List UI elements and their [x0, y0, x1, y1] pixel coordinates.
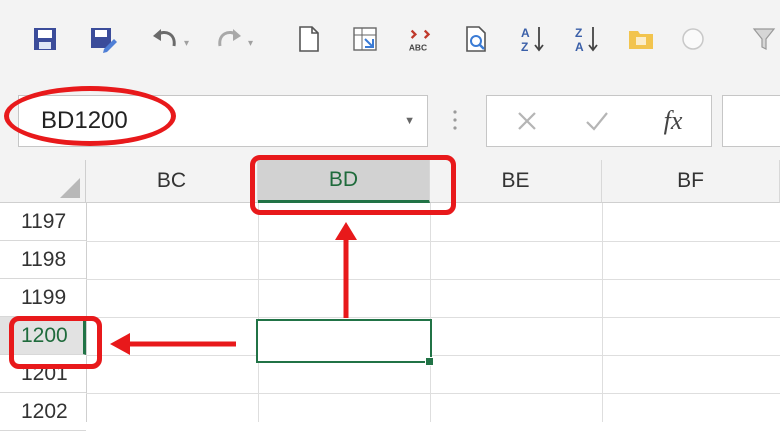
column-header-bf[interactable]: BF: [602, 160, 780, 203]
spelling-icon[interactable]: ABC: [406, 24, 436, 54]
fill-handle[interactable]: [425, 357, 434, 366]
new-document-icon[interactable]: [294, 24, 324, 54]
row-gridline: [86, 317, 780, 318]
column-gridline: [602, 203, 603, 422]
formula-buttons: fx: [486, 95, 712, 147]
quick-access-toolbar: ▾ ▾ ABC AZ ZA: [0, 0, 780, 78]
circle-icon[interactable]: [678, 24, 708, 54]
select-all-corner[interactable]: [0, 160, 86, 203]
save-icon[interactable]: [30, 24, 60, 54]
row-1200-highlight-box: [9, 316, 102, 369]
row-gridline: [86, 393, 780, 394]
svg-text:Z: Z: [575, 26, 582, 40]
row-header-1199[interactable]: 1199: [0, 279, 86, 317]
redo-icon[interactable]: [214, 24, 244, 54]
chevron-down-icon[interactable]: ▼: [404, 115, 415, 127]
active-cell[interactable]: [256, 319, 432, 363]
svg-text:ABC: ABC: [409, 42, 427, 52]
column-bd-highlight-box: [250, 155, 456, 215]
enter-check-icon[interactable]: [567, 96, 627, 146]
table-icon[interactable]: [350, 24, 380, 54]
svg-text:A: A: [521, 26, 530, 40]
formula-input[interactable]: [722, 95, 780, 147]
row-gridline: [86, 241, 780, 242]
grip-icon[interactable]: [452, 108, 458, 132]
folder-icon[interactable]: [626, 24, 656, 54]
redo-dropdown-icon[interactable]: ▾: [248, 38, 253, 49]
undo-dropdown-icon[interactable]: ▾: [184, 38, 189, 49]
cancel-icon[interactable]: [497, 96, 557, 146]
row-header-1198[interactable]: 1198: [0, 241, 86, 279]
undo-icon[interactable]: [150, 24, 180, 54]
name-box-highlight-ellipse: [4, 86, 176, 146]
sort-ascending-icon[interactable]: AZ: [518, 24, 548, 54]
filter-icon[interactable]: [750, 24, 780, 54]
column-gridline: [430, 203, 431, 422]
row-gridline: [86, 355, 780, 356]
sort-descending-icon[interactable]: ZA: [572, 24, 602, 54]
column-header-bc[interactable]: BC: [86, 160, 258, 203]
row-header-1202[interactable]: 1202: [0, 393, 86, 431]
row-gridline: [86, 279, 780, 280]
print-preview-icon[interactable]: [462, 24, 492, 54]
save-as-icon[interactable]: [88, 24, 118, 54]
insert-function-button[interactable]: fx: [643, 96, 703, 146]
select-all-triangle-icon: [60, 178, 80, 198]
row-header-divider: [86, 203, 87, 422]
column-gridline: [258, 203, 259, 422]
row-header-1197[interactable]: 1197: [0, 203, 86, 241]
svg-text:A: A: [575, 40, 584, 54]
svg-text:Z: Z: [521, 40, 528, 54]
